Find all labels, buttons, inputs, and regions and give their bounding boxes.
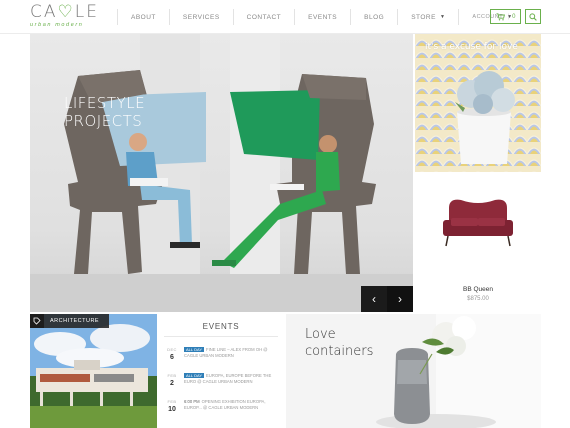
event-item[interactable]: DEC 6 ALL DAY FINE LINE – ALEX FROM OH @ …	[164, 347, 282, 373]
product-card[interactable]: BB Queen $875.00	[415, 172, 541, 312]
tag-icon	[30, 314, 44, 328]
cart-button[interactable]: | 0	[490, 9, 521, 24]
cart-divider: |	[507, 13, 510, 20]
event-badge: ALL DAY	[184, 347, 205, 352]
love-title-line2: containers	[305, 344, 374, 359]
event-date: FEB 2	[164, 373, 180, 388]
promo-banner[interactable]: it's a excuse for love	[415, 34, 541, 172]
hero-title-line1: LIFESTYLE	[64, 94, 146, 112]
event-day: 2	[170, 380, 174, 387]
cart-count: 0	[512, 13, 516, 20]
event-day: 6	[170, 354, 174, 361]
nav-events[interactable]: EVENTS	[294, 9, 350, 25]
love-containers-card[interactable]: Love containers	[286, 314, 541, 428]
event-time: 6:00 PM	[184, 399, 200, 404]
love-title: Love containers	[305, 326, 373, 360]
hero-title: LIFESTYLE PROJECTS	[64, 94, 145, 130]
events-title: EVENTS	[202, 322, 240, 331]
love-title-line1: Love	[305, 327, 336, 342]
architecture-card[interactable]: ARCHITECTURE	[30, 314, 157, 428]
slider-prev-button[interactable]: ‹	[361, 286, 387, 312]
event-date: FEB 10	[164, 399, 180, 414]
nav-about[interactable]: ABOUT	[117, 9, 169, 25]
event-day: 10	[168, 406, 176, 413]
logo-tagline: urban modern	[30, 22, 84, 28]
product-name[interactable]: BB Queen	[415, 286, 541, 293]
event-info: ALL DAY EUROPA, EUROPE BEFORE THE EURO @ …	[184, 373, 280, 385]
nav-blog[interactable]: BLOG	[350, 9, 397, 25]
logo[interactable]: CA♡LE urban modern	[30, 4, 110, 30]
product-price: $875.00	[467, 296, 489, 302]
event-item[interactable]: FEB 2 ALL DAY EUROPA, EUROPE BEFORE THE E…	[164, 373, 282, 399]
event-info: 6:00 PM OPENING EXHIBITION EUROPA, EUROP.…	[184, 399, 280, 411]
nav-store[interactable]: STORE ▼	[397, 9, 458, 25]
chevron-right-icon: ›	[398, 292, 402, 306]
search-button[interactable]	[525, 9, 541, 24]
event-date: DEC 6	[164, 347, 180, 362]
promo-image	[415, 34, 541, 172]
hero-title-line2: PROJECTS	[64, 112, 143, 130]
chevron-left-icon: ‹	[372, 292, 376, 306]
chevron-down-icon: ▼	[439, 14, 446, 20]
promo-text: it's a excuse for love	[425, 42, 518, 52]
category-tag-label: ARCHITECTURE	[50, 318, 100, 324]
events-divider	[164, 336, 278, 337]
events-widget: EVENTS DEC 6 ALL DAY FINE LINE – ALEX FRO…	[158, 314, 284, 428]
product-image	[443, 199, 513, 247]
hero-image	[30, 34, 413, 312]
slider-next-button[interactable]: ›	[387, 286, 413, 312]
event-badge: ALL DAY	[184, 373, 205, 378]
logo-wordmark: CA♡LE	[30, 2, 99, 22]
main-nav: ABOUT SERVICES CONTACT EVENTS BLOG STORE…	[117, 9, 526, 25]
cart-icon	[496, 12, 505, 20]
category-tag[interactable]: ARCHITECTURE	[30, 314, 110, 328]
site-header: CA♡LE urban modern ABOUT SERVICES CONTAC…	[0, 0, 570, 34]
hero-slider[interactable]: LIFESTYLE PROJECTS	[30, 34, 413, 312]
event-info: ALL DAY FINE LINE – ALEX FROM OH @ CAGLE …	[184, 347, 280, 359]
event-item[interactable]: FEB 10 6:00 PM OPENING EXHIBITION EUROPA,…	[164, 399, 282, 425]
nav-contact[interactable]: CONTACT	[232, 9, 294, 25]
nav-store-label: STORE	[411, 13, 436, 21]
nav-services[interactable]: SERVICES	[168, 9, 233, 25]
search-icon	[529, 12, 537, 21]
architecture-image	[30, 314, 157, 428]
